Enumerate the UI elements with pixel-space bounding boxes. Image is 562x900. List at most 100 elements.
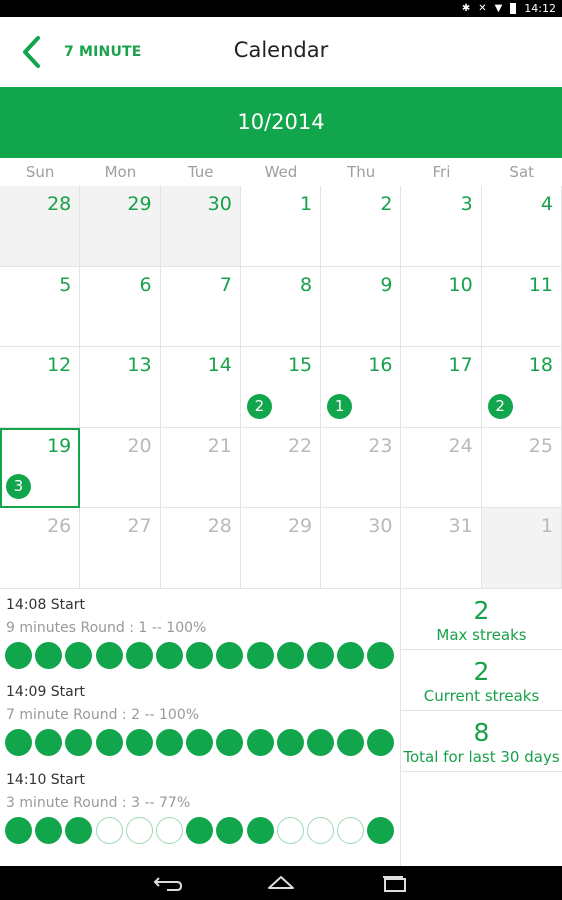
exercise-progress-dots [5, 642, 400, 670]
exercise-done-dot [5, 642, 32, 669]
calendar-day[interactable]: 28 [0, 186, 81, 267]
calendar-day[interactable]: 29 [240, 508, 322, 589]
calendar-day[interactable]: 13 [80, 347, 161, 428]
exercise-done-dot [95, 729, 123, 756]
status-bar: ✱ ✕ ▼ 14:12 [0, 0, 562, 17]
calendar-day[interactable]: 23 [321, 427, 402, 509]
calendar-day[interactable]: 1 [481, 508, 562, 589]
stats-panel: 2 Max streaks 2 Current streaks 8 Total for l… [401, 589, 562, 866]
day-number: 28 [47, 193, 72, 215]
exercise-done-dot [125, 642, 153, 669]
calendar-day[interactable]: 1 [240, 186, 322, 267]
calendar-day[interactable]: 7 [160, 266, 241, 348]
month-title: 10/2014 [0, 87, 562, 158]
session-item: 14:09 Start 7 minute Round : 2 -- 100% [0, 684, 401, 764]
stat-value: 8 [473, 718, 490, 747]
calendar-day[interactable]: 15 2 [240, 347, 322, 428]
exercise-done-dot [125, 729, 153, 756]
exercise-skipped-dot [337, 817, 365, 844]
stat-value: 2 [473, 596, 490, 625]
session-start-time: 14:10 Start [6, 772, 85, 788]
day-number: 21 [207, 434, 232, 457]
calendar-day[interactable]: 4 [481, 186, 562, 267]
calendar-day[interactable]: 18 2 [481, 347, 562, 428]
stat-item: 2 Max streaks [401, 589, 562, 650]
calendar-day[interactable]: 30 [160, 186, 241, 267]
day-number: 9 [380, 273, 393, 296]
exercise-done-dot [367, 642, 395, 669]
exercise-skipped-dot [307, 817, 334, 844]
calendar-grid: 28 29 30 1 2 3 4 5 6 7 8 9 10 11 12 13 14 15 2 16 1 17 18 2 19 3 2… [0, 186, 562, 589]
calendar-day[interactable]: 30 [321, 508, 402, 589]
calendar-day[interactable]: 9 [321, 266, 402, 348]
workout-count-badge: 2 [487, 393, 513, 419]
calendar-day[interactable]: 26 [0, 508, 81, 589]
mute-icon: ✕ [478, 2, 487, 14]
day-number: 30 [368, 515, 393, 538]
day-number: 16 [368, 354, 393, 377]
day-number: 29 [127, 193, 152, 215]
exercise-progress-dots [5, 729, 400, 757]
day-number: 1 [540, 515, 553, 538]
weekday-label: Fri [432, 163, 451, 181]
session-start-time: 14:08 Start [6, 597, 85, 613]
session-round-info: 9 minutes Round : 1 -- 100% [6, 620, 207, 636]
page-title: Calendar [233, 38, 329, 62]
exercise-done-dot [307, 642, 334, 669]
calendar-day[interactable]: 14 [160, 347, 241, 428]
calendar-day[interactable]: 5 [0, 266, 81, 348]
day-number: 15 [287, 354, 313, 377]
calendar-day[interactable]: 22 [240, 427, 322, 509]
stat-value: 2 [473, 657, 490, 686]
exercise-done-dot [337, 729, 365, 756]
session-start-time: 14:09 Start [6, 684, 85, 700]
exercise-done-dot [156, 729, 183, 756]
exercise-done-dot [216, 642, 244, 669]
day-number: 5 [59, 273, 72, 296]
calendar-day[interactable]: 12 [0, 347, 81, 428]
calendar-day[interactable]: 25 [481, 427, 562, 509]
day-number: 2 [380, 193, 393, 215]
calendar-day[interactable]: 31 [401, 508, 482, 589]
calendar-day[interactable]: 29 [80, 186, 161, 267]
day-number: 13 [127, 354, 152, 377]
calendar-day[interactable]: 10 [401, 266, 482, 348]
exercise-skipped-dot [125, 817, 153, 844]
calendar-day[interactable]: 21 [160, 427, 241, 509]
exercise-done-dot [156, 642, 183, 669]
calendar-day[interactable]: 28 [160, 508, 241, 589]
calendar-day[interactable]: 11 [481, 266, 562, 348]
session-round-info: 3 minute Round : 3 -- 77% [6, 795, 191, 811]
exercise-done-dot [367, 729, 395, 756]
exercise-done-dot [186, 817, 214, 844]
session-list: 14:08 Start 9 minutes Round : 1 -- 100% 14… [0, 589, 401, 866]
day-number: 19 [47, 434, 72, 457]
exercise-done-dot [186, 729, 214, 756]
calendar-day[interactable]: 6 [80, 266, 161, 348]
calendar-day[interactable]: 24 [401, 427, 482, 509]
recents-icon[interactable] [369, 866, 419, 900]
exercise-skipped-dot [276, 817, 304, 844]
weekday-label: Tue [187, 163, 214, 181]
exercise-done-dot [216, 729, 244, 756]
exercise-done-dot [276, 729, 304, 756]
calendar-day[interactable]: 3 [401, 186, 482, 267]
calendar-day[interactable]: 2 [321, 186, 402, 267]
bluetooth-icon: ✱ [461, 2, 471, 14]
exercise-done-dot [35, 729, 63, 756]
calendar-day[interactable]: 20 [80, 427, 161, 509]
session-item: 14:08 Start 9 minutes Round : 1 -- 100% [0, 597, 401, 677]
exercise-done-dot [186, 642, 214, 669]
calendar-day[interactable]: 8 [240, 266, 322, 348]
exercise-skipped-dot [156, 817, 183, 844]
home-icon[interactable] [256, 866, 306, 900]
day-number: 10 [448, 273, 473, 296]
exercise-skipped-dot [95, 817, 123, 844]
day-number: 4 [540, 193, 553, 215]
calendar-day[interactable]: 17 [401, 347, 482, 428]
app-bar: 7 MINUTE Calendar [0, 17, 562, 87]
back-icon[interactable] [143, 866, 193, 900]
calendar-day[interactable]: 16 1 [321, 347, 402, 428]
calendar-day[interactable]: 27 [80, 508, 161, 589]
calendar-day[interactable]: 19 3 [0, 427, 81, 509]
